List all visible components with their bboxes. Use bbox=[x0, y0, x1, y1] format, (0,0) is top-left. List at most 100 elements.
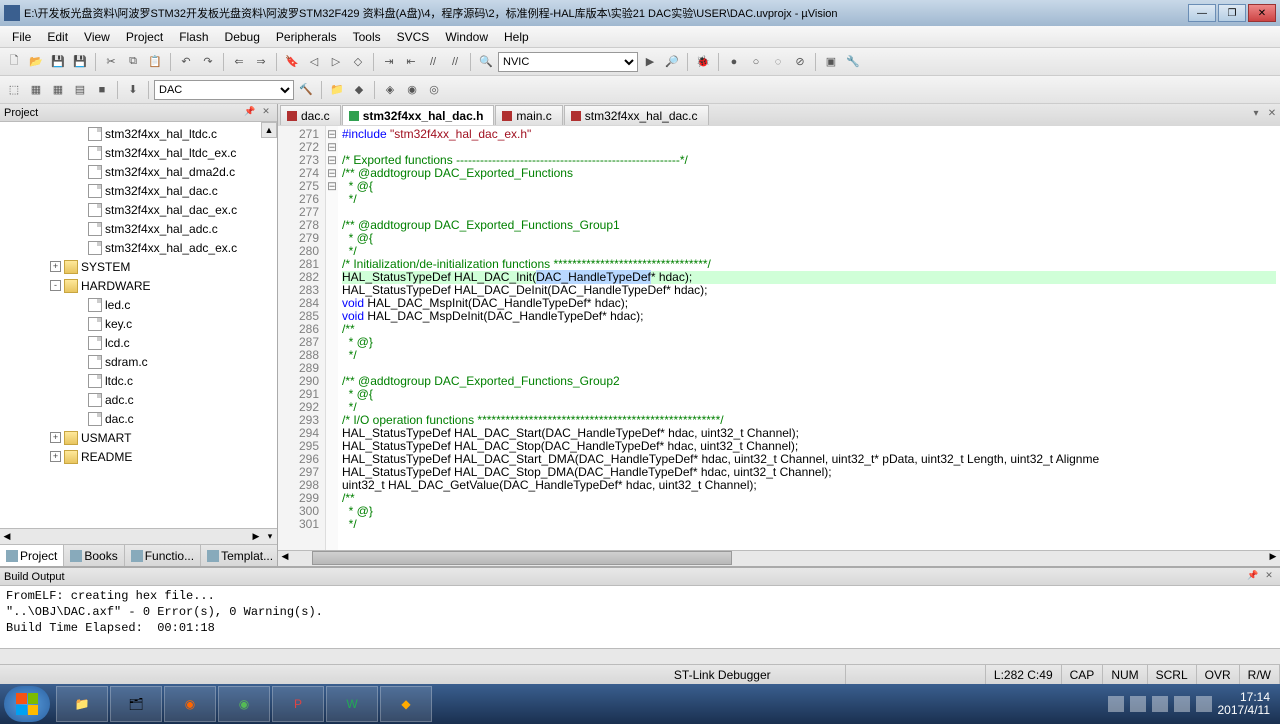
hscroll-left-icon[interactable]: ◀ bbox=[0, 531, 14, 542]
tree-folder[interactable]: -HARDWARE bbox=[0, 276, 277, 295]
menu-help[interactable]: Help bbox=[496, 28, 537, 46]
indent-icon[interactable]: ⇥ bbox=[379, 52, 399, 72]
menu-edit[interactable]: Edit bbox=[39, 28, 76, 46]
hscroll-menu-icon[interactable]: ▾ bbox=[263, 531, 277, 542]
project-tab[interactable]: Templat... bbox=[201, 545, 280, 566]
tray-vol-icon[interactable] bbox=[1174, 696, 1190, 712]
tree-file[interactable]: stm32f4xx_hal_adc.c bbox=[0, 219, 277, 238]
menu-view[interactable]: View bbox=[76, 28, 118, 46]
editor-tab[interactable]: stm32f4xx_hal_dac.c bbox=[564, 105, 709, 125]
copy-icon[interactable]: ⧉ bbox=[123, 52, 143, 72]
pack-icon[interactable]: ◈ bbox=[380, 80, 400, 100]
tray-ime-icon[interactable] bbox=[1196, 696, 1212, 712]
bookmark-prev-icon[interactable]: ◁ bbox=[304, 52, 324, 72]
bookmark-clear-icon[interactable]: ◇ bbox=[348, 52, 368, 72]
nav-fwd-icon[interactable]: ⇒ bbox=[251, 52, 271, 72]
bookmark-icon[interactable]: 🔖 bbox=[282, 52, 302, 72]
menu-svcs[interactable]: SVCS bbox=[389, 28, 438, 46]
bookmark-next-icon[interactable]: ▷ bbox=[326, 52, 346, 72]
menu-tools[interactable]: Tools bbox=[345, 28, 389, 46]
save-all-icon[interactable]: 💾 bbox=[70, 52, 90, 72]
pin-icon[interactable]: 📌 bbox=[243, 106, 257, 120]
tree-file[interactable]: sdram.c bbox=[0, 352, 277, 371]
restore-button[interactable]: ❐ bbox=[1218, 4, 1246, 22]
project-tab[interactable]: Books bbox=[64, 545, 124, 566]
target-combo[interactable]: DAC bbox=[154, 80, 294, 100]
tabs-menu-icon[interactable]: ▾ bbox=[1248, 108, 1264, 122]
expander-icon[interactable]: + bbox=[50, 432, 61, 443]
rebuild-icon[interactable]: ▦ bbox=[48, 80, 68, 100]
save-icon[interactable]: 💾 bbox=[48, 52, 68, 72]
build-hscroll[interactable] bbox=[0, 648, 1280, 664]
comment-icon[interactable]: // bbox=[423, 52, 443, 72]
bp-insert-icon[interactable]: ● bbox=[724, 52, 744, 72]
paste-icon[interactable]: 📋 bbox=[145, 52, 165, 72]
window-icon[interactable]: ▣ bbox=[821, 52, 841, 72]
menu-file[interactable]: File bbox=[4, 28, 39, 46]
editor-tab[interactable]: dac.c bbox=[280, 105, 341, 125]
download-icon[interactable]: ⬇ bbox=[123, 80, 143, 100]
ed-scroll-right-icon[interactable]: ▶ bbox=[1266, 551, 1280, 566]
code-content[interactable]: #include "stm32f4xx_hal_dac_ex.h"/* Expo… bbox=[338, 126, 1280, 550]
options-icon[interactable]: 🔨 bbox=[296, 80, 316, 100]
scroll-up-icon[interactable]: ▲ bbox=[261, 122, 277, 138]
open-icon[interactable]: 📂 bbox=[26, 52, 46, 72]
pack2-icon[interactable]: ◉ bbox=[402, 80, 422, 100]
bp-enable-icon[interactable]: ○ bbox=[746, 52, 766, 72]
editor-tab[interactable]: stm32f4xx_hal_dac.h bbox=[342, 105, 495, 125]
task-folder-icon[interactable]: 🗂 bbox=[110, 686, 162, 722]
find-files-icon[interactable]: 🔎 bbox=[662, 52, 682, 72]
menu-window[interactable]: Window bbox=[437, 28, 496, 46]
nav-back-icon[interactable]: ⇐ bbox=[229, 52, 249, 72]
cut-icon[interactable]: ✂ bbox=[101, 52, 121, 72]
task-app-icon[interactable]: ◉ bbox=[218, 686, 270, 722]
tree-file[interactable]: stm32f4xx_hal_dac.c bbox=[0, 181, 277, 200]
undo-icon[interactable]: ↶ bbox=[176, 52, 196, 72]
find-icon[interactable]: 🔍 bbox=[476, 52, 496, 72]
tree-file[interactable]: key.c bbox=[0, 314, 277, 333]
fold-gutter[interactable]: ⊟⊟⊟⊟⊟ bbox=[326, 126, 338, 550]
start-button[interactable] bbox=[4, 686, 50, 722]
config-icon[interactable]: 🔧 bbox=[843, 52, 863, 72]
menu-peripherals[interactable]: Peripherals bbox=[268, 28, 345, 46]
find-next-icon[interactable]: ▶ bbox=[640, 52, 660, 72]
hscroll-right-icon[interactable]: ▶ bbox=[249, 531, 263, 542]
manage-icon[interactable]: 📁 bbox=[327, 80, 347, 100]
tree-file[interactable]: ltdc.c bbox=[0, 371, 277, 390]
tree-file[interactable]: stm32f4xx_hal_dac_ex.c bbox=[0, 200, 277, 219]
build-output-text[interactable]: FromELF: creating hex file... "..\OBJ\DA… bbox=[0, 586, 1280, 648]
task-explorer-icon[interactable]: 📁 bbox=[56, 686, 108, 722]
project-tab[interactable]: Project bbox=[0, 545, 64, 566]
panel-close-icon[interactable]: ✕ bbox=[259, 106, 273, 120]
tree-file[interactable]: lcd.c bbox=[0, 333, 277, 352]
tree-file[interactable]: stm32f4xx_hal_dma2d.c bbox=[0, 162, 277, 181]
tabs-close-icon[interactable]: ✕ bbox=[1264, 108, 1280, 122]
tree-folder[interactable]: +SYSTEM bbox=[0, 257, 277, 276]
scroll-thumb[interactable] bbox=[312, 551, 732, 565]
new-icon[interactable]: 🗋 bbox=[4, 52, 24, 72]
editor-tab[interactable]: main.c bbox=[495, 105, 562, 125]
tree-folder[interactable]: +USMART bbox=[0, 428, 277, 447]
expander-icon[interactable]: + bbox=[50, 261, 61, 272]
task-ppt-icon[interactable]: P bbox=[272, 686, 324, 722]
outdent-icon[interactable]: ⇤ bbox=[401, 52, 421, 72]
redo-icon[interactable]: ↷ bbox=[198, 52, 218, 72]
tree-file[interactable]: led.c bbox=[0, 295, 277, 314]
close-button[interactable]: ✕ bbox=[1248, 4, 1276, 22]
project-tree[interactable]: ▲ stm32f4xx_hal_ltdc.cstm32f4xx_hal_ltdc… bbox=[0, 122, 277, 528]
tree-file[interactable]: stm32f4xx_hal_ltdc_ex.c bbox=[0, 143, 277, 162]
build-close-icon[interactable]: ✕ bbox=[1262, 570, 1276, 584]
batch-build-icon[interactable]: ▤ bbox=[70, 80, 90, 100]
build-icon[interactable]: ▦ bbox=[26, 80, 46, 100]
tree-folder[interactable]: +README bbox=[0, 447, 277, 466]
bp-disable-icon[interactable]: ◌ bbox=[768, 52, 788, 72]
tray-clock[interactable]: 17:14 2017/4/11 bbox=[1218, 691, 1271, 717]
code-editor[interactable]: 2712722732742752762772782792802812822832… bbox=[278, 126, 1280, 550]
tray-up-icon[interactable] bbox=[1108, 696, 1124, 712]
project-tab[interactable]: Functio... bbox=[125, 545, 201, 566]
task-pdf-icon[interactable]: ◉ bbox=[164, 686, 216, 722]
translate-icon[interactable]: ⬚ bbox=[4, 80, 24, 100]
expander-icon[interactable]: - bbox=[50, 280, 61, 291]
minimize-button[interactable]: — bbox=[1188, 4, 1216, 22]
build-pin-icon[interactable]: 📌 bbox=[1246, 570, 1260, 584]
